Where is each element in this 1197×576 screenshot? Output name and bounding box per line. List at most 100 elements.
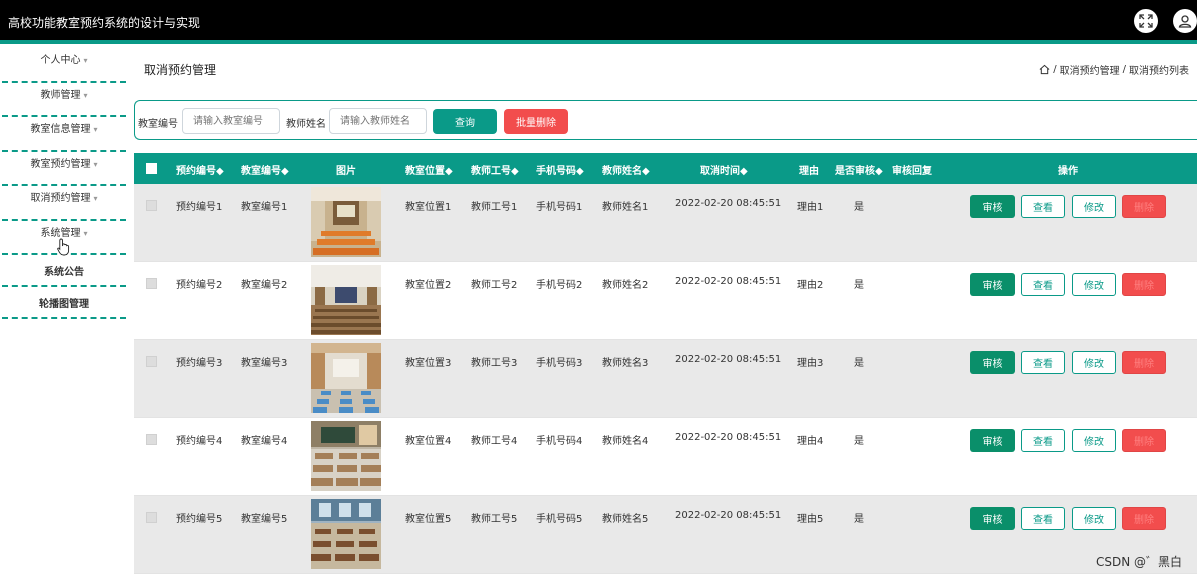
cell-reviewed: 是 [854,514,864,525]
cell-location: 教室位置5 [405,514,452,525]
cell-teacher-id: 教师工号5 [471,514,518,525]
sidebar-item-carousel-management[interactable]: 轮播图管理 [2,287,126,319]
cell-booking-no: 预约编号2 [176,280,223,291]
delete-button-label: 删除 [1134,437,1154,448]
user-menu-button[interactable] [1173,9,1197,33]
cell-location: 教室位置2 [405,280,452,291]
sidebar-item-label: 取消预约管理 [30,193,91,204]
sidebar-item-cancel-booking[interactable]: 取消预约管理 ▾ [2,186,126,221]
delete-button-label: 删除 [1134,515,1154,526]
audit-button[interactable]: 审核 [970,195,1015,218]
audit-button[interactable]: 审核 [970,273,1015,296]
query-button[interactable]: 查询 [433,109,497,134]
delete-button[interactable]: 删除 [1122,507,1166,530]
sidebar-item-personal-center[interactable]: 个人中心 ▾ [2,48,126,83]
edit-button[interactable]: 修改 [1072,273,1116,296]
cell-reviewed: 是 [854,358,864,369]
table-row: 预约编号5 教室编号5 教室位置5 教师工号5 手机号码5 教师姓名5 2022… [134,496,1197,574]
edit-button[interactable]: 修改 [1072,507,1116,530]
edit-button[interactable]: 修改 [1072,351,1116,374]
home-icon[interactable] [1039,64,1050,75]
col-cancel-time[interactable]: 取消时间◆ [700,162,748,177]
delete-button-label: 删除 [1134,281,1154,292]
delete-button[interactable]: 删除 [1122,429,1166,452]
audit-button[interactable]: 审核 [970,429,1015,452]
table-row: 预约编号3 教室编号3 教室位置3 教师工号3 手机号码3 教师姓名3 2022… [134,340,1197,418]
fullscreen-icon [1139,14,1153,28]
col-reviewed[interactable]: 是否审核◆ [835,162,883,177]
sidebar: 个人中心 ▾ 教师管理 ▾ 教室信息管理 ▾ 教室预约管理 ▾ 取消预约管理 ▾ 系统管理… [0,48,126,576]
view-button[interactable]: 查看 [1021,507,1065,530]
cell-cancel-time: 2022-02-20 08:45:51 [675,510,782,521]
view-button[interactable]: 查看 [1021,195,1065,218]
row-checkbox[interactable] [146,356,157,367]
cell-reason: 理由4 [797,436,824,447]
cell-booking-no: 预约编号3 [176,358,223,369]
cell-room-no: 教室编号4 [241,436,288,447]
col-teacher-name[interactable]: 教师姓名◆ [602,162,650,177]
sidebar-item-teacher-management[interactable]: 教师管理 ▾ [2,83,126,117]
col-location[interactable]: 教室位置◆ [405,162,453,177]
cell-reason: 理由1 [797,202,824,213]
cell-teacher-id: 教师工号2 [471,280,518,291]
cell-location: 教室位置4 [405,436,452,447]
sidebar-item-label: 教师管理 [40,89,81,101]
chevron-down-icon: ▾ [93,194,98,203]
delete-button[interactable]: 删除 [1122,195,1166,218]
sidebar-item-label: 教室预约管理 [30,158,91,170]
classroom-image [311,499,381,569]
view-button[interactable]: 查看 [1021,273,1065,296]
watermark-text: CSDN @゛黑白 [1096,555,1183,569]
col-phone[interactable]: 手机号码◆ [536,162,584,177]
edit-button[interactable]: 修改 [1072,429,1116,452]
chevron-down-icon: ▾ [83,90,88,100]
sidebar-item-classroom-info[interactable]: 教室信息管理 ▾ [2,117,126,152]
cell-teacher-id: 教师工号3 [471,358,518,369]
classroom-no-input[interactable] [182,108,280,134]
select-all-checkbox[interactable] [146,163,157,174]
cell-reviewed: 是 [854,436,864,447]
col-room-no[interactable]: 教室编号◆ [241,162,289,177]
row-checkbox[interactable] [146,512,157,523]
breadcrumb-item[interactable]: 取消预约管理 [1060,62,1120,77]
col-booking-no[interactable]: 预约编号◆ [176,162,224,177]
teacher-name-input[interactable] [329,108,427,134]
cell-booking-no: 预约编号4 [176,436,223,447]
fullscreen-button[interactable] [1134,9,1158,33]
sidebar-item-system-notice[interactable]: 系统公告 [2,255,126,287]
breadcrumb-separator: / [1122,64,1126,75]
col-picture: 图片 [336,166,356,177]
cell-reason: 理由3 [797,358,824,369]
cell-room-no: 教室编号2 [241,280,288,291]
cell-phone: 手机号码2 [536,280,583,291]
batch-delete-button[interactable]: 批量删除 [504,109,568,134]
chevron-down-icon: ▾ [93,125,98,134]
classroom-no-label: 教室编号 [138,119,178,130]
chevron-down-icon: ▾ [83,228,88,238]
delete-button[interactable]: 删除 [1122,351,1166,374]
audit-button[interactable]: 审核 [970,351,1015,374]
row-checkbox[interactable] [146,278,157,289]
chevron-down-icon: ▾ [83,56,88,65]
sidebar-item-label: 教室信息管理 [30,124,91,135]
row-checkbox[interactable] [146,434,157,445]
col-teacher-id[interactable]: 教师工号◆ [471,162,519,177]
sidebar-item-label: 轮播图管理 [39,299,89,310]
sidebar-item-classroom-booking[interactable]: 教室预约管理 ▾ [2,152,126,186]
view-button[interactable]: 查看 [1021,429,1065,452]
page-title: 取消预约管理 [144,63,217,77]
sidebar-item-label: 系统管理 [40,227,81,239]
col-reply: 审核回复 [892,166,932,177]
audit-button[interactable]: 审核 [970,507,1015,530]
cell-booking-no: 预约编号1 [176,202,223,213]
cell-phone: 手机号码1 [536,202,583,213]
cancel-booking-table: 预约编号◆ 教室编号◆ 图片 教室位置◆ 教师工号◆ 手机号码◆ 教师姓名◆ 取… [134,153,1197,574]
cell-cancel-time: 2022-02-20 08:45:51 [675,432,782,443]
cell-room-no: 教室编号1 [241,202,288,213]
row-checkbox[interactable] [146,200,157,211]
table-row: 预约编号4 教室编号4 教室位置4 教师工号4 手机号码4 教师姓名4 2022… [134,418,1197,496]
edit-button[interactable]: 修改 [1072,195,1116,218]
delete-button[interactable]: 删除 [1122,273,1166,296]
cell-phone: 手机号码3 [536,358,583,369]
view-button[interactable]: 查看 [1021,351,1065,374]
